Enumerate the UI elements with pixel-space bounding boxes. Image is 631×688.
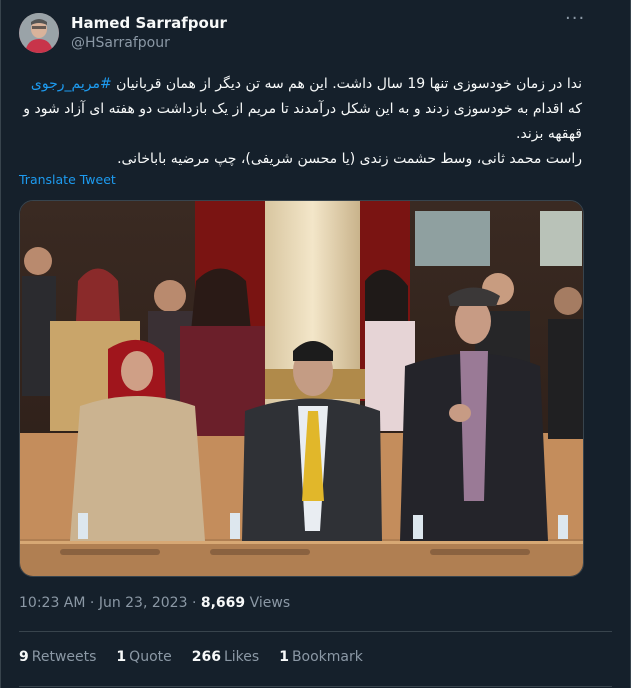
views-label: Views: [249, 595, 291, 611]
tweet-text-part: که اقدام به خودسوزی زدند و به این شکل در…: [23, 101, 582, 142]
avatar[interactable]: [19, 13, 59, 53]
author-handle[interactable]: @HSarrafpour: [71, 35, 170, 51]
photo-image: [20, 201, 583, 576]
tweet-text: ندا در زمان خودسوزی تنها 19 سال داشت. ای…: [19, 72, 582, 172]
bookmarks-label: Bookmark: [291, 649, 363, 665]
tweet-text-caption: راست محمد ثانی، وسط حشمت زندی (یا محسن ش…: [117, 151, 582, 167]
tweet-meta: 10:23 AM · Jun 23, 2023 · 8,669 Views: [19, 595, 290, 611]
retweets-label: Retweets: [31, 649, 97, 665]
bookmarks-count: 1: [279, 649, 289, 665]
tweet-stats: 9 Retweets 1 Quote 266 Likes 1 Bookmark: [19, 649, 363, 665]
quotes-stat[interactable]: 1 Quote: [116, 649, 171, 665]
divider: [19, 631, 612, 632]
retweets-count: 9: [19, 649, 29, 665]
likes-stat[interactable]: 266 Likes: [192, 649, 259, 665]
translate-tweet-link[interactable]: Translate Tweet: [19, 172, 116, 187]
quotes-count: 1: [116, 649, 127, 665]
tweet-text-part: ندا در زمان خودسوزی تنها 19 سال داشت. ای…: [111, 76, 582, 92]
likes-count: 266: [191, 649, 221, 665]
avatar-image: [19, 13, 59, 53]
retweets-stat[interactable]: 9 Retweets: [19, 649, 96, 665]
divider: [19, 686, 612, 687]
left-border: [0, 0, 1, 688]
quotes-label: Quote: [129, 649, 172, 665]
tweet-date[interactable]: Jun 23, 2023: [99, 595, 188, 611]
views-count: 8,669: [200, 595, 246, 611]
meta-separator: ·: [89, 595, 95, 611]
likes-label: Likes: [223, 649, 260, 665]
author-name[interactable]: Hamed Sarrafpour: [71, 14, 227, 32]
meta-separator: ·: [191, 595, 197, 611]
tweet-time[interactable]: 10:23 AM: [19, 595, 85, 611]
more-options-icon[interactable]: ···: [565, 10, 585, 32]
hashtag-link[interactable]: #مریم_رجوی: [31, 76, 112, 92]
tweet-photo[interactable]: [19, 200, 584, 577]
bookmarks-stat[interactable]: 1 Bookmark: [279, 649, 363, 665]
